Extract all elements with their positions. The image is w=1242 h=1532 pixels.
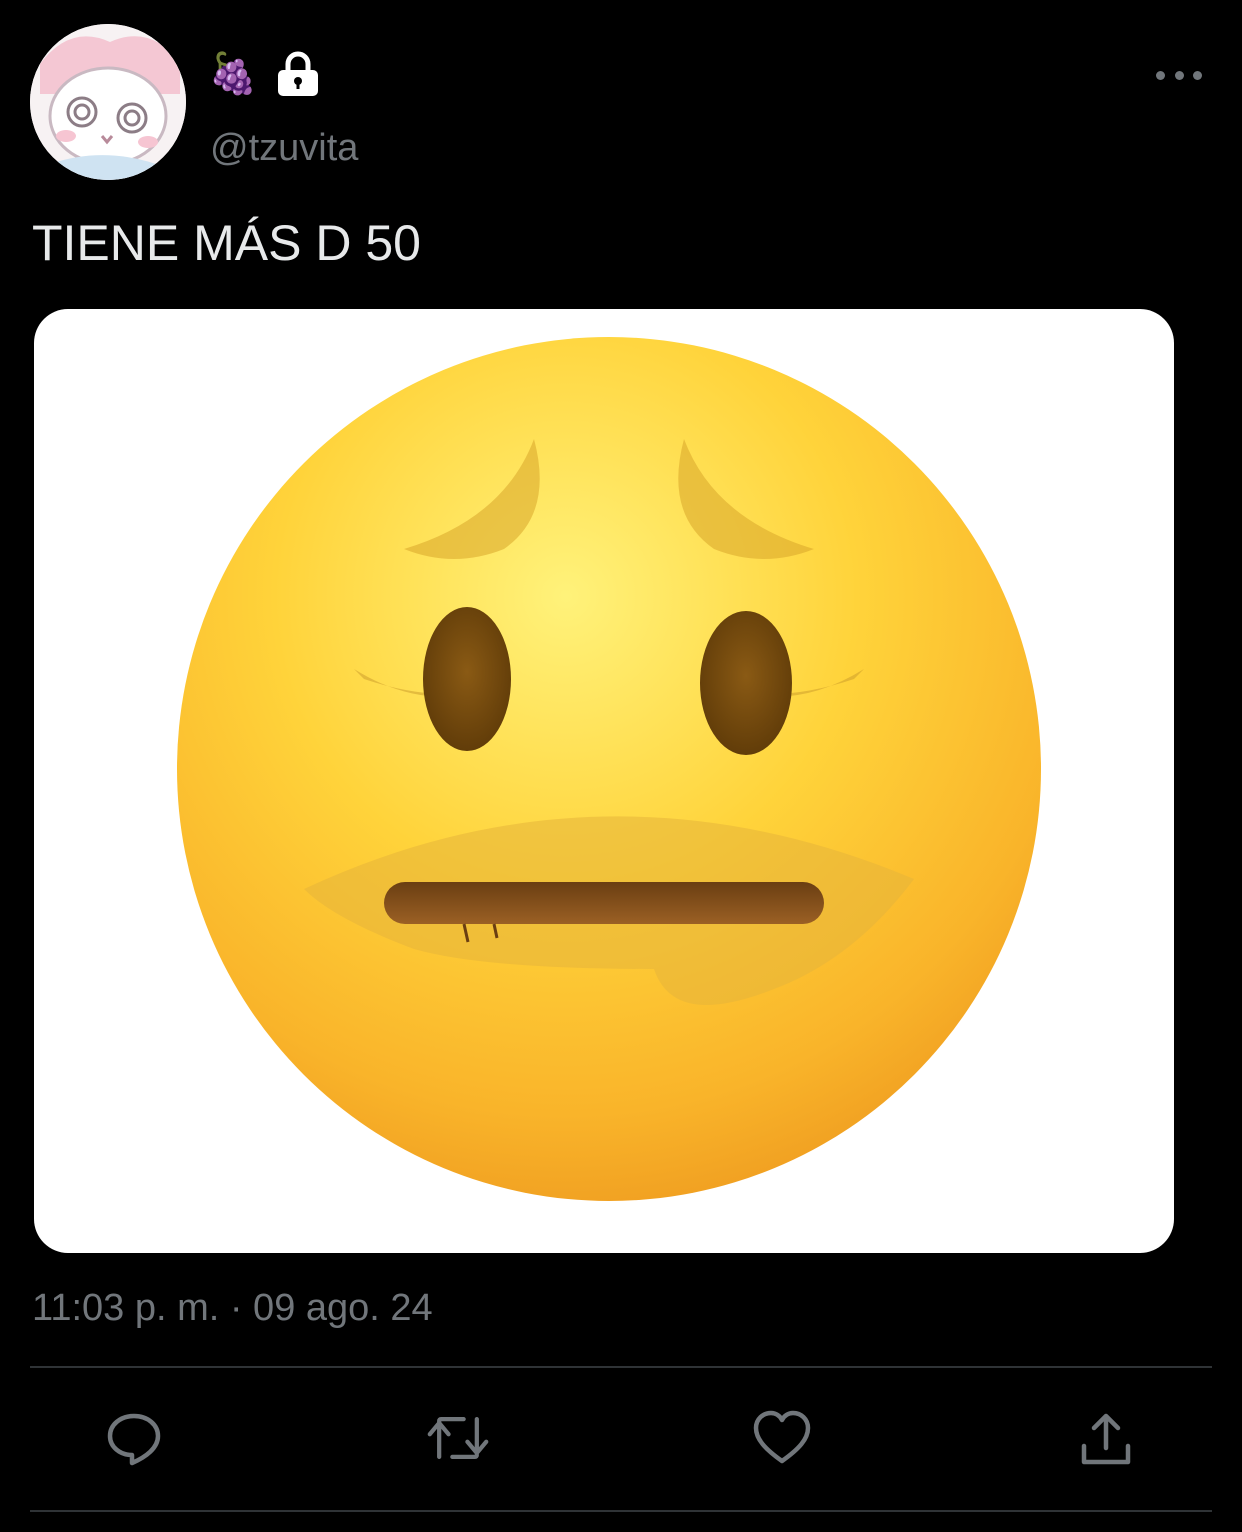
share-icon: [1081, 1413, 1131, 1465]
like-button[interactable]: [750, 1406, 814, 1470]
retweet-button[interactable]: [426, 1406, 490, 1470]
author-name: 🍇: [208, 52, 258, 96]
sad-lip-biting-face-emoji: [177, 337, 1041, 1201]
reply-icon: [107, 1413, 161, 1466]
reply-button[interactable]: [102, 1406, 166, 1470]
tweet-timestamp[interactable]: 11:03 p. m. · 09 ago. 24: [32, 1284, 433, 1332]
dot: [1174, 70, 1184, 80]
avatar[interactable]: [30, 24, 186, 180]
more-dots-icon[interactable]: [1156, 60, 1202, 90]
cartoon-avatar-icon: [30, 24, 186, 180]
divider: [30, 1366, 1212, 1368]
tweet-text: TIENE MÁS D 50: [32, 215, 421, 271]
lock-icon: [277, 51, 318, 96]
divider: [30, 1510, 1212, 1512]
tweet-actions: [0, 1400, 1242, 1480]
heart-icon: [753, 1410, 811, 1464]
share-button[interactable]: [1074, 1406, 1138, 1470]
retweet-icon: [427, 1417, 489, 1459]
dot: [1193, 70, 1202, 80]
tweet-media[interactable]: [34, 309, 1174, 1253]
dot: [1156, 70, 1165, 80]
author-handle[interactable]: @tzuvita: [210, 126, 358, 170]
author-name-row[interactable]: 🍇: [208, 48, 320, 100]
